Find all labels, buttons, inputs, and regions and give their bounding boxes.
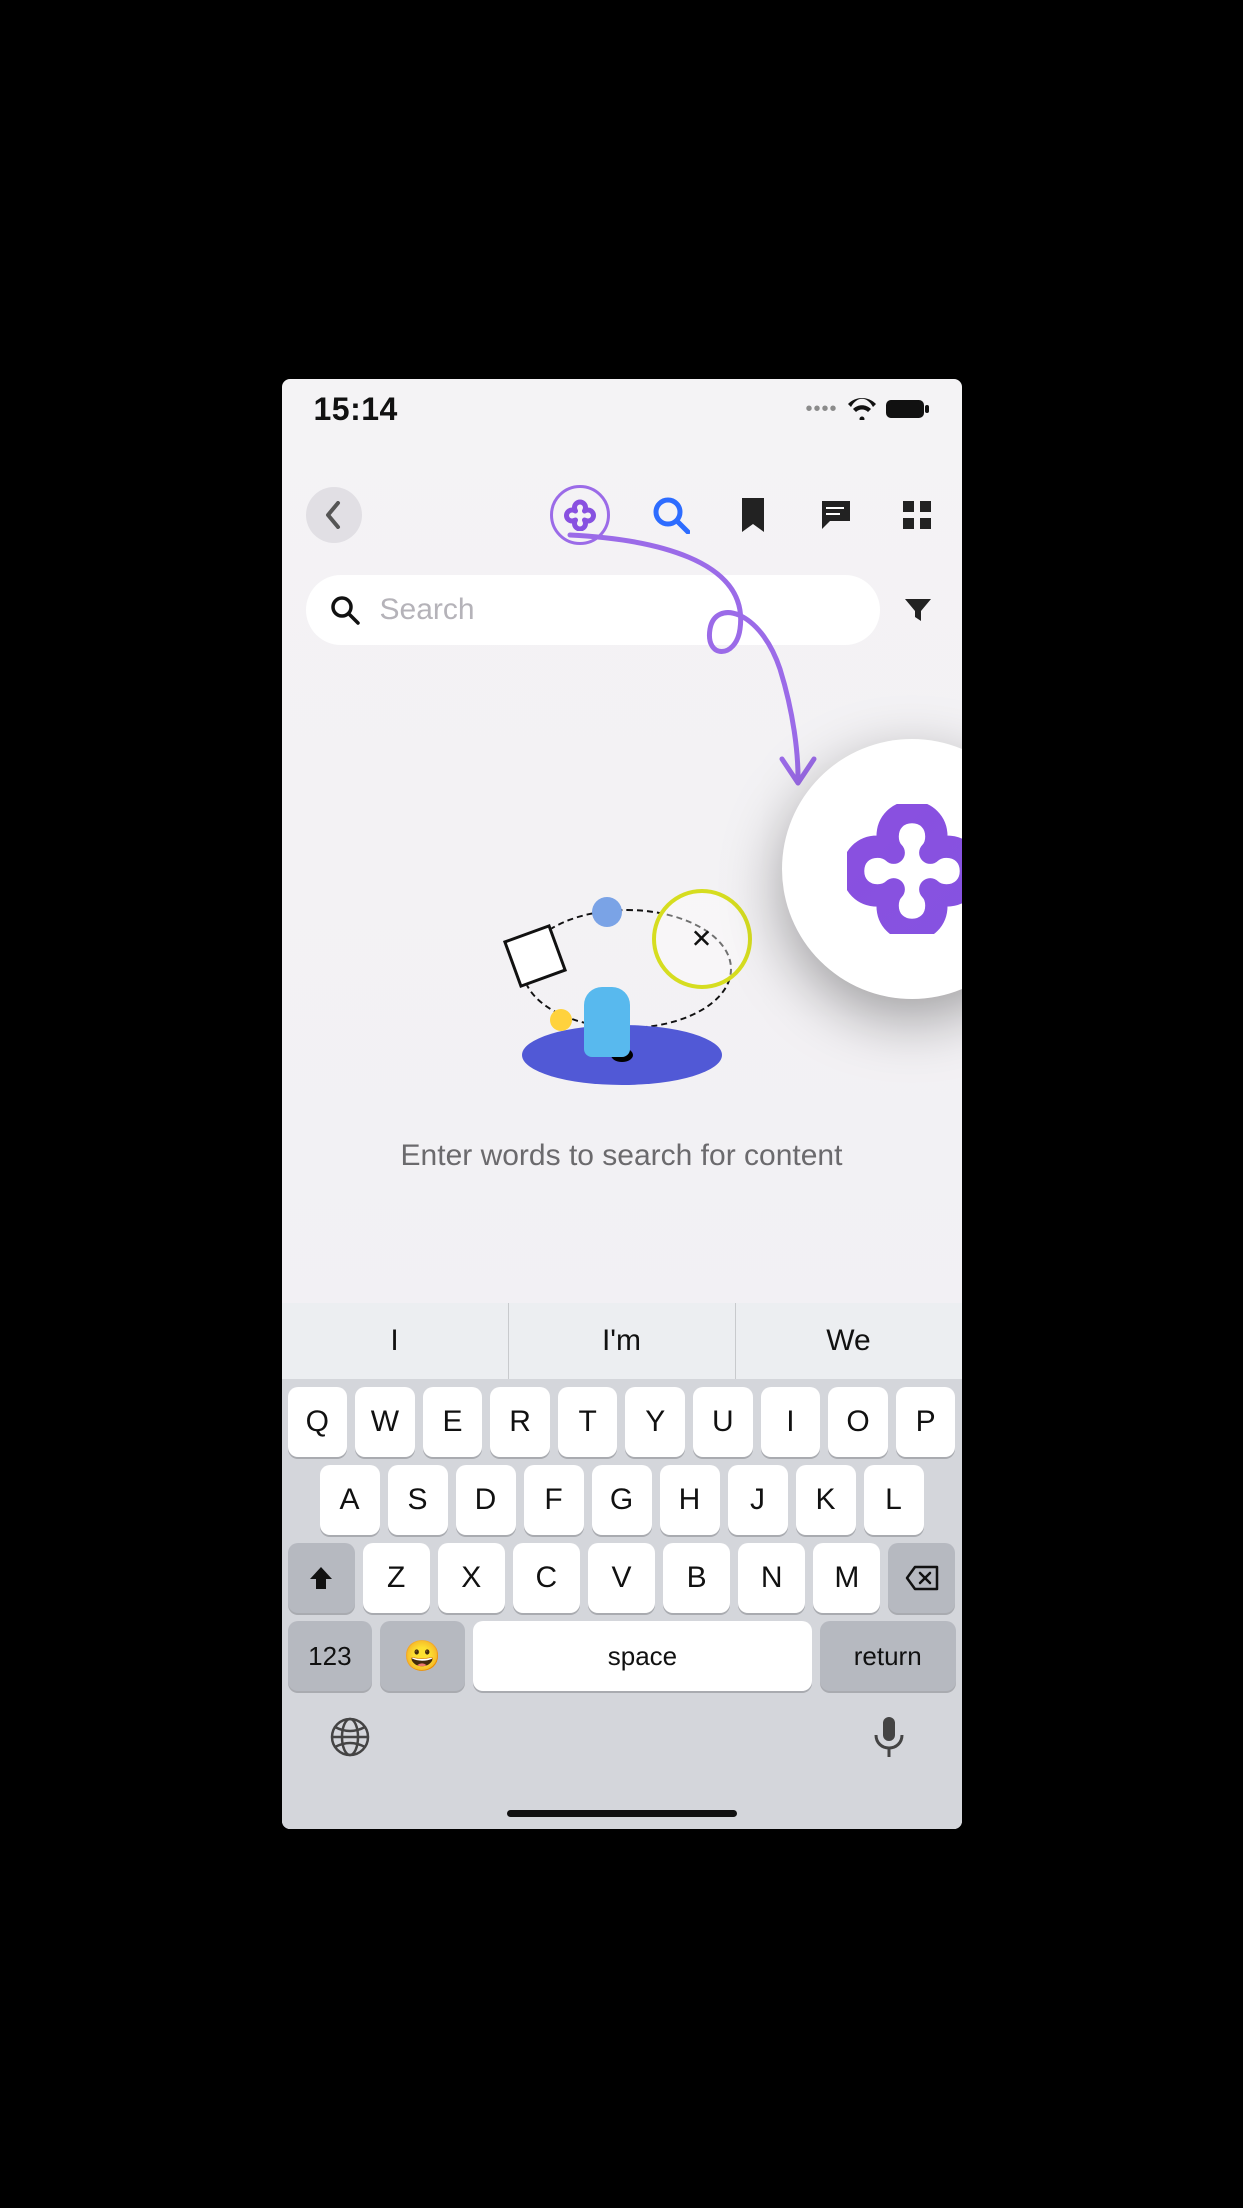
suggestion-2[interactable]: I'm [508,1303,735,1379]
mic-icon [872,1715,906,1759]
search-input[interactable] [380,593,856,627]
battery-icon [886,398,930,420]
search-box[interactable] [306,575,880,645]
globe-icon [328,1715,372,1759]
key-n[interactable]: N [738,1543,805,1613]
key-i[interactable]: I [761,1387,821,1457]
key-w[interactable]: W [355,1387,415,1457]
search-icon [330,595,360,625]
bookmark-icon [740,498,766,532]
hint-arrow-icon [550,529,830,809]
search-tab[interactable] [650,494,692,536]
key-s[interactable]: S [388,1465,448,1535]
key-t[interactable]: T [558,1387,618,1457]
clock-time: 15:14 [314,391,398,428]
bookmarks-tab[interactable] [732,494,774,536]
key-k[interactable]: K [796,1465,856,1535]
key-j[interactable]: J [728,1465,788,1535]
top-toolbar [282,475,962,555]
ai-tab[interactable] [550,485,610,545]
shift-key[interactable] [288,1543,355,1613]
key-b[interactable]: B [663,1543,730,1613]
suggestion-3[interactable]: We [735,1303,962,1379]
shift-icon [308,1565,334,1591]
space-key[interactable]: space [473,1621,812,1691]
cellular-dots-icon: •••• [805,398,837,421]
key-x[interactable]: X [438,1543,505,1613]
grid-icon [901,499,933,531]
key-c[interactable]: C [513,1543,580,1613]
onscreen-keyboard: I I'm We QWERTYUIOP ASDFGHJKL ZXCVBNM 12… [282,1303,962,1829]
quatrefoil-logo-icon [847,804,962,934]
search-icon [652,496,690,534]
wifi-icon [848,398,876,420]
phone-screen: 15:14 •••• [282,379,962,1829]
comments-tab[interactable] [814,494,856,536]
key-y[interactable]: Y [625,1387,685,1457]
key-o[interactable]: O [828,1387,888,1457]
status-indicators: •••• [805,398,929,421]
key-v[interactable]: V [588,1543,655,1613]
filter-icon [903,595,933,625]
key-z[interactable]: Z [363,1543,430,1613]
key-m[interactable]: M [813,1543,880,1613]
search-row [306,575,938,645]
key-e[interactable]: E [423,1387,483,1457]
apps-tab[interactable] [896,494,938,536]
chevron-left-icon [324,501,344,529]
emoji-key[interactable]: 😀 [380,1621,465,1691]
numbers-key[interactable]: 123 [288,1621,373,1691]
status-bar: 15:14 •••• [282,379,962,439]
emoji-icon: 😀 [404,1639,441,1674]
quatrefoil-logo-icon [564,499,596,531]
key-l[interactable]: L [864,1465,924,1535]
key-p[interactable]: P [896,1387,956,1457]
key-h[interactable]: H [660,1465,720,1535]
return-key[interactable]: return [820,1621,956,1691]
key-d[interactable]: D [456,1465,516,1535]
filter-button[interactable] [898,590,938,630]
key-u[interactable]: U [693,1387,753,1457]
empty-message: Enter words to search for content [361,1139,883,1173]
key-g[interactable]: G [592,1465,652,1535]
dictation-key[interactable] [872,1715,916,1759]
key-r[interactable]: R [490,1387,550,1457]
key-f[interactable]: F [524,1465,584,1535]
back-button[interactable] [306,487,362,543]
backspace-key[interactable] [888,1543,955,1613]
keyboard-suggestions: I I'm We [282,1303,962,1379]
globe-key[interactable] [328,1715,372,1759]
backspace-icon [905,1565,939,1591]
key-a[interactable]: A [320,1465,380,1535]
key-q[interactable]: Q [288,1387,348,1457]
chat-icon [818,499,852,531]
suggestion-1[interactable]: I [282,1303,508,1379]
empty-illustration [492,889,752,1089]
